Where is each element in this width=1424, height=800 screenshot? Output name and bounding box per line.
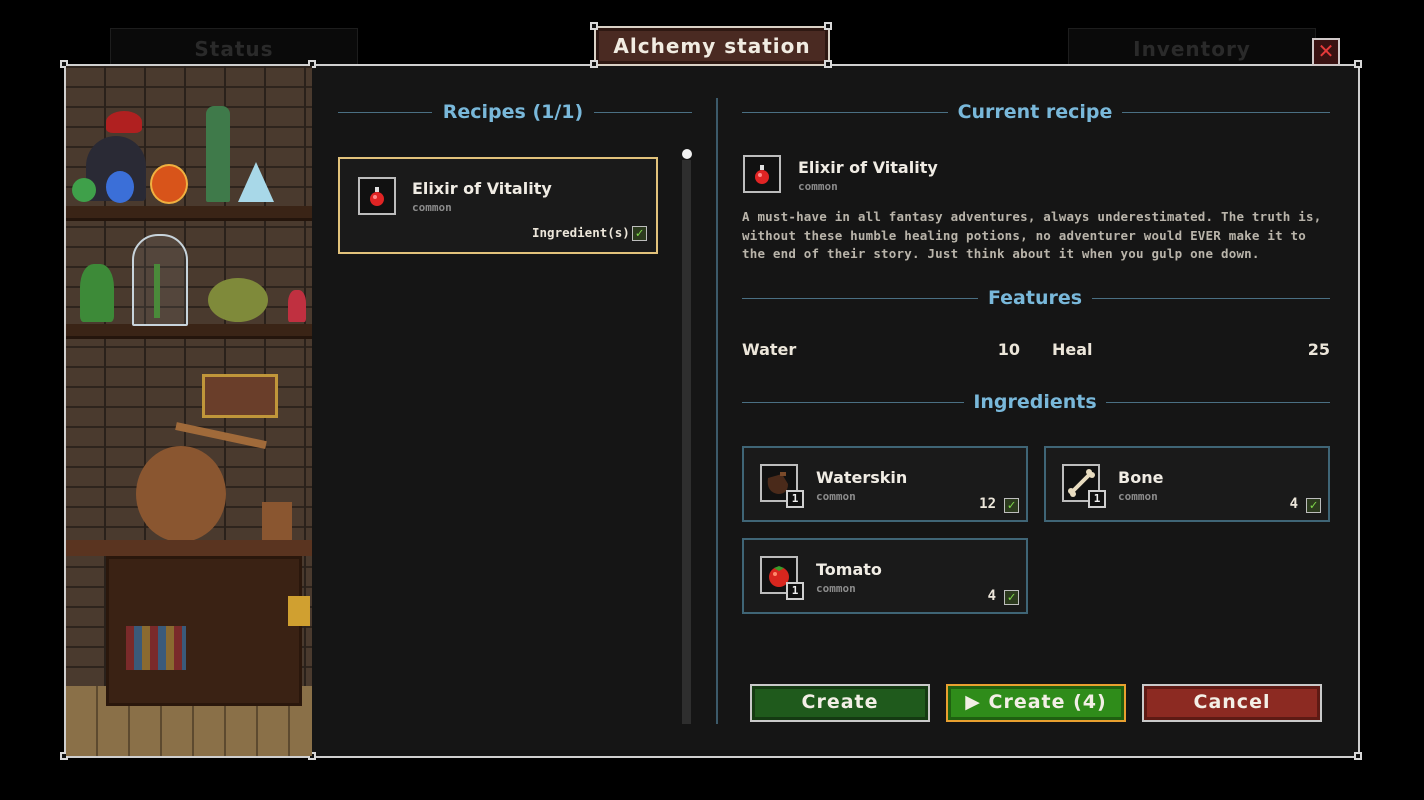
owned-count: 4 [987,588,996,604]
mushroom-icon [106,111,142,133]
recipe-rarity: common [412,201,452,214]
ingredient-rarity: common [816,490,856,503]
create-all-button[interactable]: ▶ Create (4) [946,684,1126,722]
check-icon: ✓ [632,226,647,241]
divider [742,112,948,113]
recipe-description: A must-have in all fantasy adventures, a… [742,209,1322,261]
ingredient-card-bone[interactable]: 1 Bone common 4 ✓ [1044,446,1330,522]
frame-corner [824,22,832,30]
check-icon: ✓ [1004,590,1019,605]
divider [1122,112,1330,113]
alembic-icon [136,446,226,542]
gold-coins-icon [288,596,310,626]
ingredient-rarity: common [1118,490,1158,503]
frame-corner [1354,752,1362,760]
blue-potion-icon [106,171,134,203]
feature-value-heal: 25 [1307,340,1330,359]
divider [1092,298,1330,299]
create-button[interactable]: Create [750,684,930,722]
owned-count: 12 [979,496,996,512]
divider [1106,402,1330,403]
green-potion-icon [72,178,96,202]
close-icon: ✕ [1317,39,1335,63]
statue-icon [206,106,230,202]
required-quantity-badge: 1 [786,490,804,508]
current-recipe-icon-slot [743,155,781,193]
check-icon: ✓ [1004,498,1019,513]
scrollbar-thumb[interactable] [682,149,692,159]
cancel-button[interactable]: Cancel [1142,684,1322,722]
books-icon [126,626,186,670]
shelf [66,324,312,339]
required-quantity-badge: 1 [1088,490,1106,508]
ingredient-rarity: common [816,582,856,595]
features-title: Features [987,287,1083,309]
required-quantity-badge: 1 [786,582,804,600]
current-recipe-rarity: common [798,180,838,193]
current-recipe-title: Current recipe [957,101,1113,123]
ingredients-status-label: Ingredient(s) [532,225,630,240]
ingredient-name: Tomato [816,560,882,579]
window-title: Alchemy station [594,26,830,66]
red-potion-icon [755,165,769,184]
alchemy-room-illustration [66,66,312,756]
tab-inventory[interactable]: Inventory [1068,28,1316,66]
ingredient-name: Bone [1118,468,1164,487]
frame-corner [1354,60,1362,68]
current-recipe-name: Elixir of Vitality [798,158,938,177]
owned-count: 4 [1289,496,1298,512]
shelf [66,206,312,221]
recipe-name: Elixir of Vitality [412,179,552,198]
recipe-icon-slot [358,177,396,215]
divider [742,298,978,299]
recipe-card-selected[interactable]: Elixir of Vitality common Ingredient(s) … [338,157,658,254]
recipes-title: Recipes (1/1) [442,101,584,123]
portrait-frame [202,374,278,418]
feature-label-heal: Heal [1052,340,1093,359]
feature-label-water: Water [742,340,797,359]
recipes-scrollbar[interactable] [682,160,691,724]
ingredient-card-tomato[interactable]: 1 Tomato common 4 ✓ [742,538,1028,614]
frame-corner [590,22,598,30]
red-potion-icon [370,187,384,206]
bell-jar-icon [132,234,188,326]
orb-icon [150,164,188,204]
pot-icon [262,502,292,542]
tab-status[interactable]: Status [110,28,358,66]
ingredient-card-waterskin[interactable]: 1 Waterskin common 12 ✓ [742,446,1028,522]
panel-divider [716,98,718,724]
ingredient-name: Waterskin [816,468,908,487]
ingredients-title: Ingredients [973,391,1097,413]
divider [594,112,692,113]
green-flask-icon [80,264,114,322]
frame-corner [824,60,832,68]
desk-top [66,540,312,556]
frame-corner [590,60,598,68]
plant-icon [154,264,160,318]
divider [338,112,432,113]
feature-value-water: 10 [997,340,1020,359]
check-icon: ✓ [1306,498,1321,513]
divider [742,402,964,403]
egg-icon [208,278,268,322]
red-potion-icon [288,290,306,322]
close-button[interactable]: ✕ [1312,38,1340,66]
